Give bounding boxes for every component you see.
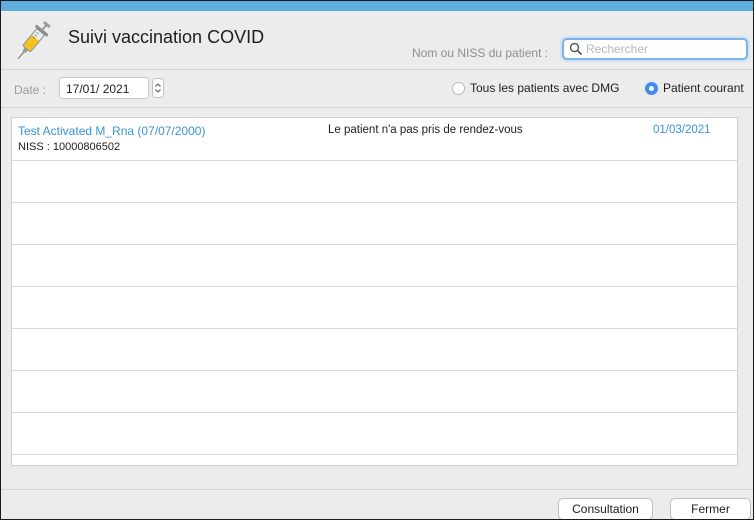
consultation-button[interactable]: Consultation (558, 498, 653, 519)
window-top-bar (1, 1, 753, 11)
patient-name[interactable]: Test Activated M_Rna (07/07/2000) (18, 124, 205, 138)
patient-row[interactable]: Test Activated M_Rna (07/07/2000) NISS :… (12, 118, 737, 161)
close-button[interactable]: Fermer (670, 498, 751, 519)
radio-current-patient-label: Patient courant (663, 81, 744, 95)
empty-row (12, 287, 737, 329)
footer-divider (1, 489, 753, 490)
empty-row (12, 329, 737, 371)
search-label: Nom ou NISS du patient : (412, 46, 549, 60)
filter-divider (1, 107, 753, 108)
date-label: Date : (14, 83, 47, 97)
empty-row (12, 245, 737, 287)
empty-row (12, 413, 737, 455)
search-input[interactable] (586, 40, 741, 58)
patient-list[interactable]: Test Activated M_Rna (07/07/2000) NISS :… (11, 117, 738, 466)
patient-niss: NISS : 10000806502 (18, 141, 121, 153)
magnifier-icon (569, 42, 583, 56)
stepper-arrows-icon (155, 83, 161, 93)
search-box[interactable] (562, 38, 748, 60)
empty-row (12, 203, 737, 245)
window-title: Suivi vaccination COVID (68, 27, 265, 47)
radio-current-patient[interactable]: Patient courant (645, 81, 744, 95)
date-field[interactable]: 17/01/ 2021 (59, 77, 149, 99)
empty-row (12, 371, 737, 413)
radio-all-patients[interactable]: Tous les patients avec DMG (452, 81, 619, 95)
radio-all-patients-label: Tous les patients avec DMG (470, 81, 620, 95)
radio-unselected-icon[interactable] (452, 81, 465, 95)
empty-row (12, 161, 737, 203)
vaccination-window: Suivi vaccination COVID Nom ou NISS du p… (0, 0, 754, 520)
appointment-status: Le patient n'a pas pris de rendez-vous (328, 124, 523, 136)
header-divider (1, 69, 753, 70)
radio-selected-icon[interactable] (645, 81, 658, 95)
date-stepper[interactable] (152, 78, 164, 98)
appointment-date[interactable]: 01/03/2021 (653, 124, 711, 136)
syringe-icon (17, 21, 51, 60)
